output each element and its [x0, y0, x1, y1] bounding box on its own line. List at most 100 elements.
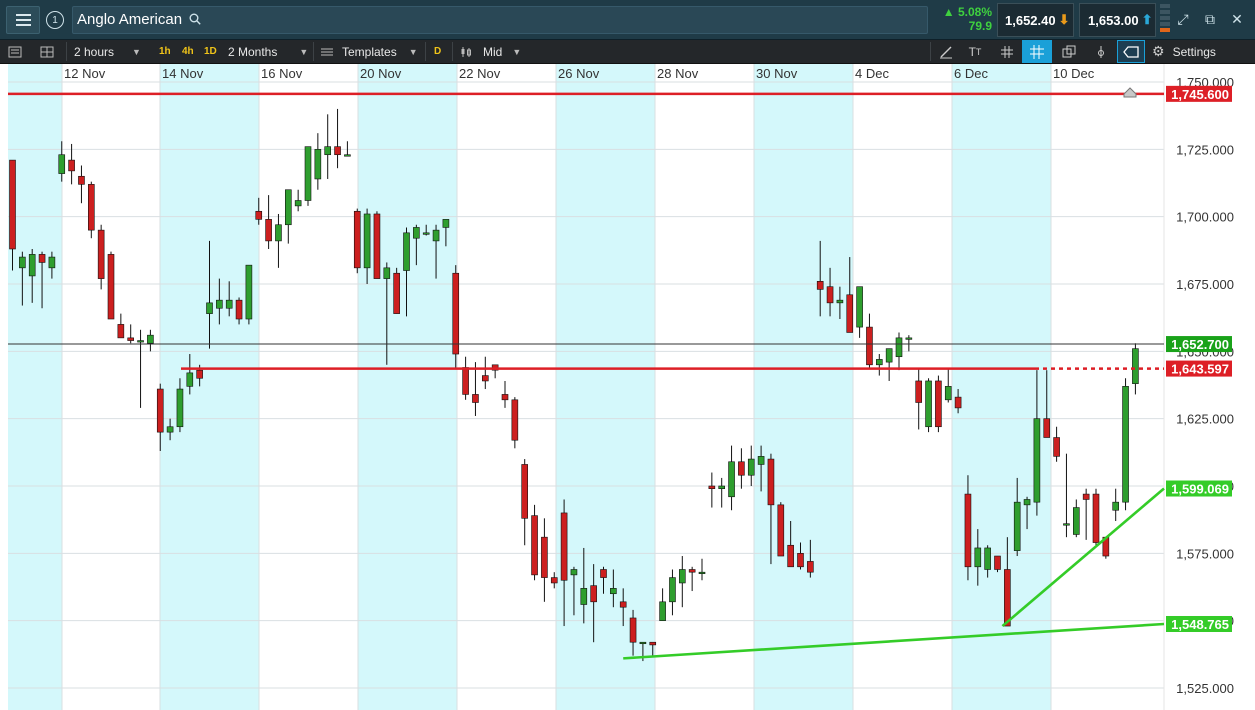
- chart-grid-icon[interactable]: [40, 40, 66, 63]
- candle-down: [846, 294, 854, 333]
- candle-up: [1132, 348, 1139, 384]
- text-tool-icon[interactable]: TT: [962, 40, 988, 63]
- settings-label: Settings: [1172, 44, 1216, 59]
- x-tick-label: 6 Dec: [954, 66, 988, 81]
- indicator-icon[interactable]: [1089, 40, 1113, 63]
- sell-button[interactable]: 1,652.40 ⬇: [997, 3, 1074, 37]
- candle-down: [393, 272, 400, 314]
- caret-down-icon: ▼: [132, 46, 141, 57]
- candle-up: [747, 458, 755, 476]
- candle-down: [472, 394, 479, 403]
- candle-down: [334, 146, 341, 156]
- candle-type-icon: [461, 46, 471, 57]
- chart-area[interactable]: 12 Nov 14 Nov 16 Nov 20 Nov 22 Nov 26 Nov 28 N…: [0, 64, 1255, 710]
- d-badge[interactable]: D: [434, 40, 441, 63]
- arrow-down-icon: ⬇: [1058, 12, 1070, 27]
- candle-up: [728, 461, 735, 498]
- candle-down: [629, 617, 637, 643]
- candle-up: [137, 340, 144, 343]
- candle-down: [688, 569, 696, 573]
- candle-up: [403, 232, 410, 271]
- candle-up: [413, 227, 420, 239]
- candle-up: [166, 426, 174, 433]
- instrument-search-field[interactable]: Anglo American: [72, 6, 928, 34]
- candle-down: [481, 375, 489, 382]
- candle-up: [206, 302, 213, 314]
- candle-up: [659, 601, 666, 621]
- y-tick-label: 1,525.000: [1176, 681, 1234, 696]
- candle-down: [560, 512, 568, 581]
- settings-button[interactable]: ⚙ Settings: [1152, 40, 1250, 63]
- price-chart[interactable]: 12 Nov 14 Nov 16 Nov 20 Nov 22 Nov 26 Nov 28 N…: [0, 64, 1255, 710]
- expand-icon[interactable]: ⤢: [1174, 10, 1192, 28]
- candle-down: [708, 485, 716, 489]
- candle-down: [915, 380, 923, 403]
- interval-dropdown[interactable]: 2 hours ▼: [74, 40, 152, 63]
- candle-down: [38, 254, 46, 263]
- range-label: 2 Months: [228, 44, 278, 59]
- candle-up: [570, 569, 578, 576]
- candle-up: [432, 229, 440, 242]
- candle-up: [1063, 523, 1070, 526]
- candle-up: [294, 200, 302, 207]
- day-band: [952, 64, 1051, 710]
- chart-list-icon[interactable]: [8, 40, 34, 63]
- candle-down: [649, 641, 657, 646]
- popout-icon[interactable]: ⧉: [1201, 10, 1219, 28]
- interval-4h-button[interactable]: 4h: [182, 40, 194, 63]
- templates-icon: [321, 48, 333, 55]
- candle-down: [550, 577, 558, 584]
- change-points: 79.9: [968, 19, 992, 33]
- number-one-icon: 1: [46, 11, 64, 29]
- candle-up: [48, 256, 56, 269]
- x-tick-label: 26 Nov: [558, 66, 600, 81]
- trend-line: [623, 622, 1165, 660]
- range-dropdown[interactable]: 2 Months ▼: [228, 40, 310, 63]
- y-tick-label: 1,675.000: [1176, 277, 1234, 292]
- candle-up: [580, 588, 588, 605]
- candle-down: [767, 458, 775, 506]
- close-icon[interactable]: ✕: [1228, 10, 1246, 28]
- candle-up: [363, 213, 371, 269]
- templates-dropdown[interactable]: Templates ▼: [320, 40, 420, 63]
- candle-up: [147, 334, 154, 344]
- candle-down: [68, 159, 75, 172]
- menu-icon-bar: [16, 24, 31, 26]
- hamburger-menu-button[interactable]: [6, 6, 40, 34]
- candle-down: [235, 299, 243, 320]
- buy-button[interactable]: 1,653.00 ⬆: [1079, 3, 1156, 37]
- candle-up: [698, 571, 706, 574]
- candle-down: [88, 184, 95, 231]
- interval-1d-button[interactable]: 1D: [204, 40, 217, 63]
- alert-marker-icon: [1123, 87, 1137, 98]
- candle-up: [1033, 418, 1041, 503]
- grid-icon[interactable]: [995, 40, 1019, 63]
- label-tool-icon[interactable]: [1117, 40, 1145, 63]
- candle-down: [935, 380, 942, 428]
- candle-down: [462, 367, 469, 395]
- candle-up: [186, 372, 194, 387]
- candle-up: [905, 337, 913, 340]
- candle-up: [344, 154, 351, 157]
- candle-down: [590, 585, 597, 603]
- candle-up: [610, 588, 617, 595]
- candle-up: [58, 154, 66, 174]
- draw-line-icon[interactable]: [935, 40, 957, 63]
- crosshair-tool-icon[interactable]: [1022, 40, 1052, 63]
- layers-icon[interactable]: [1057, 40, 1081, 63]
- interval-1h-button[interactable]: 1h: [159, 40, 171, 63]
- depth-indicator: [1160, 4, 1170, 36]
- search-icon[interactable]: [189, 13, 201, 25]
- trend-line-upper-label: 1,599.069: [1171, 482, 1229, 497]
- y-tick-label: 1,700.000: [1176, 210, 1234, 225]
- layout-number-button[interactable]: 1: [44, 6, 66, 34]
- x-tick-label: 4 Dec: [855, 66, 889, 81]
- x-tick-label: 22 Nov: [459, 66, 501, 81]
- candle-down: [1082, 493, 1090, 500]
- candle-up: [1112, 501, 1119, 511]
- candle-up: [314, 149, 322, 180]
- day-band: [754, 64, 853, 710]
- price-type-dropdown[interactable]: Mid ▼: [460, 40, 526, 63]
- candle-down: [78, 175, 85, 185]
- caret-down-icon: ▼: [299, 46, 309, 57]
